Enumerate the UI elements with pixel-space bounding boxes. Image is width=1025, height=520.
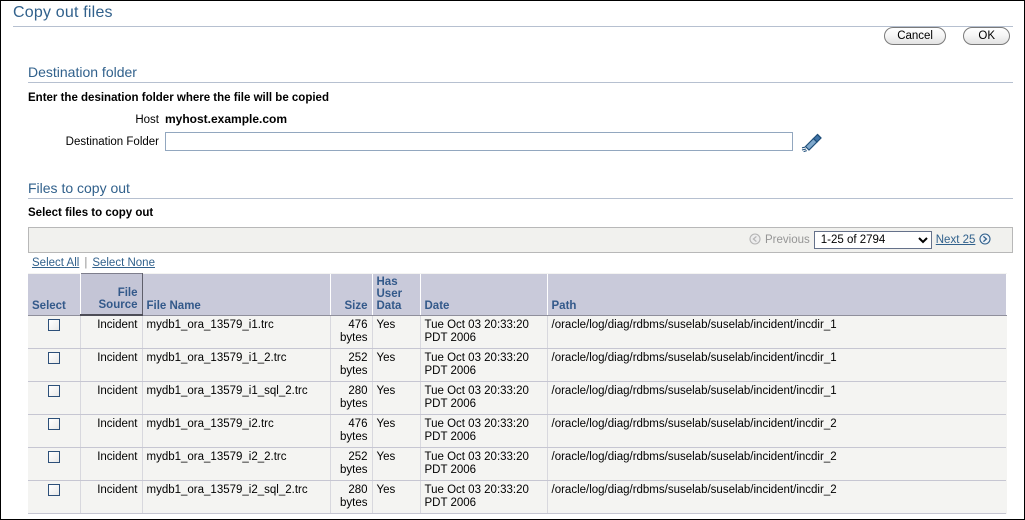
column-header-size[interactable]: Size: [330, 274, 372, 316]
destination-folder-input[interactable]: [165, 132, 793, 151]
row-file-source: Incident: [80, 480, 142, 513]
pagination-controls: Previous 1-25 of 2794 Next 25: [749, 231, 991, 249]
row-file-source: Incident: [80, 381, 142, 414]
cancel-button[interactable]: Cancel: [884, 27, 946, 45]
row-file-name: mydb1_ora_13579_i1.trc: [142, 315, 330, 348]
row-has-user-data: Yes: [372, 480, 420, 513]
row-file-source: Incident: [80, 414, 142, 447]
select-links: Select All | Select None: [32, 257, 155, 269]
row-checkbox[interactable]: [48, 484, 60, 496]
files-section-divider: [28, 198, 1013, 199]
table-row: Incident mydb1_ora_13579_i1_sql_2.trc 28…: [28, 381, 1006, 414]
table-body: Incident mydb1_ora_13579_i1.trc 476 byte…: [28, 315, 1006, 513]
row-path: /oracle/log/diag/rdbms/suselab/suselab/i…: [547, 414, 1006, 447]
copy-out-files-page: Copy out files Cancel OK Destination fol…: [0, 0, 1025, 520]
row-path: /oracle/log/diag/rdbms/suselab/suselab/i…: [547, 447, 1006, 480]
select-links-separator: |: [84, 257, 87, 269]
row-date: Tue Oct 03 20:33:20 PDT 2006: [420, 348, 547, 381]
previous-circle-arrow-icon: [749, 233, 761, 248]
table-row: Incident mydb1_ora_13579_i2.trc 476 byte…: [28, 414, 1006, 447]
row-date: Tue Oct 03 20:33:20 PDT 2006: [420, 480, 547, 513]
flashlight-icon[interactable]: [799, 129, 825, 156]
page-header: Copy out files: [1, 1, 1024, 29]
ok-button[interactable]: OK: [963, 27, 1010, 45]
table-row: Incident mydb1_ora_13579_i2_sql_2.trc 28…: [28, 480, 1006, 513]
row-select-cell: [28, 315, 80, 348]
previous-label: Previous: [765, 234, 810, 246]
select-none-link[interactable]: Select None: [92, 257, 155, 269]
row-checkbox[interactable]: [48, 418, 60, 430]
page-range-select[interactable]: 1-25 of 2794: [814, 231, 932, 249]
title-divider: [13, 26, 1013, 27]
table-row: Incident mydb1_ora_13579_i1_2.trc 252 by…: [28, 348, 1006, 381]
next-25-link[interactable]: Next 25: [936, 234, 976, 246]
row-select-cell: [28, 447, 80, 480]
row-select-cell: [28, 414, 80, 447]
row-size: 476 bytes: [330, 315, 372, 348]
table-row: Incident mydb1_ora_13579_i1.trc 476 byte…: [28, 315, 1006, 348]
column-header-date[interactable]: Date: [420, 274, 547, 316]
row-checkbox[interactable]: [48, 385, 60, 397]
files-instruction: Select files to copy out: [28, 207, 153, 219]
destination-section-divider: [28, 82, 1013, 83]
row-has-user-data: Yes: [372, 348, 420, 381]
row-date: Tue Oct 03 20:33:20 PDT 2006: [420, 381, 547, 414]
row-has-user-data: Yes: [372, 447, 420, 480]
page-title: Copy out files: [13, 4, 113, 22]
row-date: Tue Oct 03 20:33:20 PDT 2006: [420, 315, 547, 348]
row-file-source: Incident: [80, 315, 142, 348]
row-size: 252 bytes: [330, 348, 372, 381]
row-has-user-data: Yes: [372, 414, 420, 447]
table-row: Incident mydb1_ora_13579_i2_2.trc 252 by…: [28, 447, 1006, 480]
row-has-user-data: Yes: [372, 315, 420, 348]
row-checkbox[interactable]: [48, 352, 60, 364]
row-checkbox[interactable]: [48, 451, 60, 463]
files-to-copy-heading: Files to copy out: [28, 180, 130, 196]
row-file-name: mydb1_ora_13579_i2_2.trc: [142, 447, 330, 480]
row-size: 280 bytes: [330, 381, 372, 414]
column-header-select[interactable]: Select: [28, 274, 80, 316]
host-label: Host: [31, 114, 159, 126]
files-table: Select File Source File Name Size Has Us…: [28, 273, 1007, 514]
column-header-has-user-data[interactable]: Has User Data: [372, 274, 420, 316]
column-header-file-name[interactable]: File Name: [142, 274, 330, 316]
destination-folder-heading: Destination folder: [28, 64, 137, 80]
row-file-name: mydb1_ora_13579_i1_sql_2.trc: [142, 381, 330, 414]
row-select-cell: [28, 480, 80, 513]
destination-instruction: Enter the desination folder where the fi…: [28, 92, 329, 104]
row-file-name: mydb1_ora_13579_i2_sql_2.trc: [142, 480, 330, 513]
row-file-source: Incident: [80, 447, 142, 480]
row-select-cell: [28, 381, 80, 414]
select-all-link[interactable]: Select All: [32, 257, 79, 269]
next-circle-arrow-icon[interactable]: [979, 233, 991, 248]
row-date: Tue Oct 03 20:33:20 PDT 2006: [420, 414, 547, 447]
row-file-source: Incident: [80, 348, 142, 381]
row-size: 280 bytes: [330, 480, 372, 513]
row-date: Tue Oct 03 20:33:20 PDT 2006: [420, 447, 547, 480]
row-path: /oracle/log/diag/rdbms/suselab/suselab/i…: [547, 480, 1006, 513]
row-path: /oracle/log/diag/rdbms/suselab/suselab/i…: [547, 315, 1006, 348]
column-header-path[interactable]: Path: [547, 274, 1006, 316]
row-has-user-data: Yes: [372, 381, 420, 414]
row-select-cell: [28, 348, 80, 381]
host-value: myhost.example.com: [165, 112, 287, 126]
row-size: 252 bytes: [330, 447, 372, 480]
row-size: 476 bytes: [330, 414, 372, 447]
table-header-row: Select File Source File Name Size Has Us…: [28, 274, 1006, 316]
row-path: /oracle/log/diag/rdbms/suselab/suselab/i…: [547, 348, 1006, 381]
row-file-name: mydb1_ora_13579_i2.trc: [142, 414, 330, 447]
row-file-name: mydb1_ora_13579_i1_2.trc: [142, 348, 330, 381]
row-checkbox[interactable]: [48, 319, 60, 331]
row-path: /oracle/log/diag/rdbms/suselab/suselab/i…: [547, 381, 1006, 414]
destination-folder-label: Destination Folder: [31, 136, 159, 148]
column-header-file-source[interactable]: File Source: [80, 274, 142, 316]
